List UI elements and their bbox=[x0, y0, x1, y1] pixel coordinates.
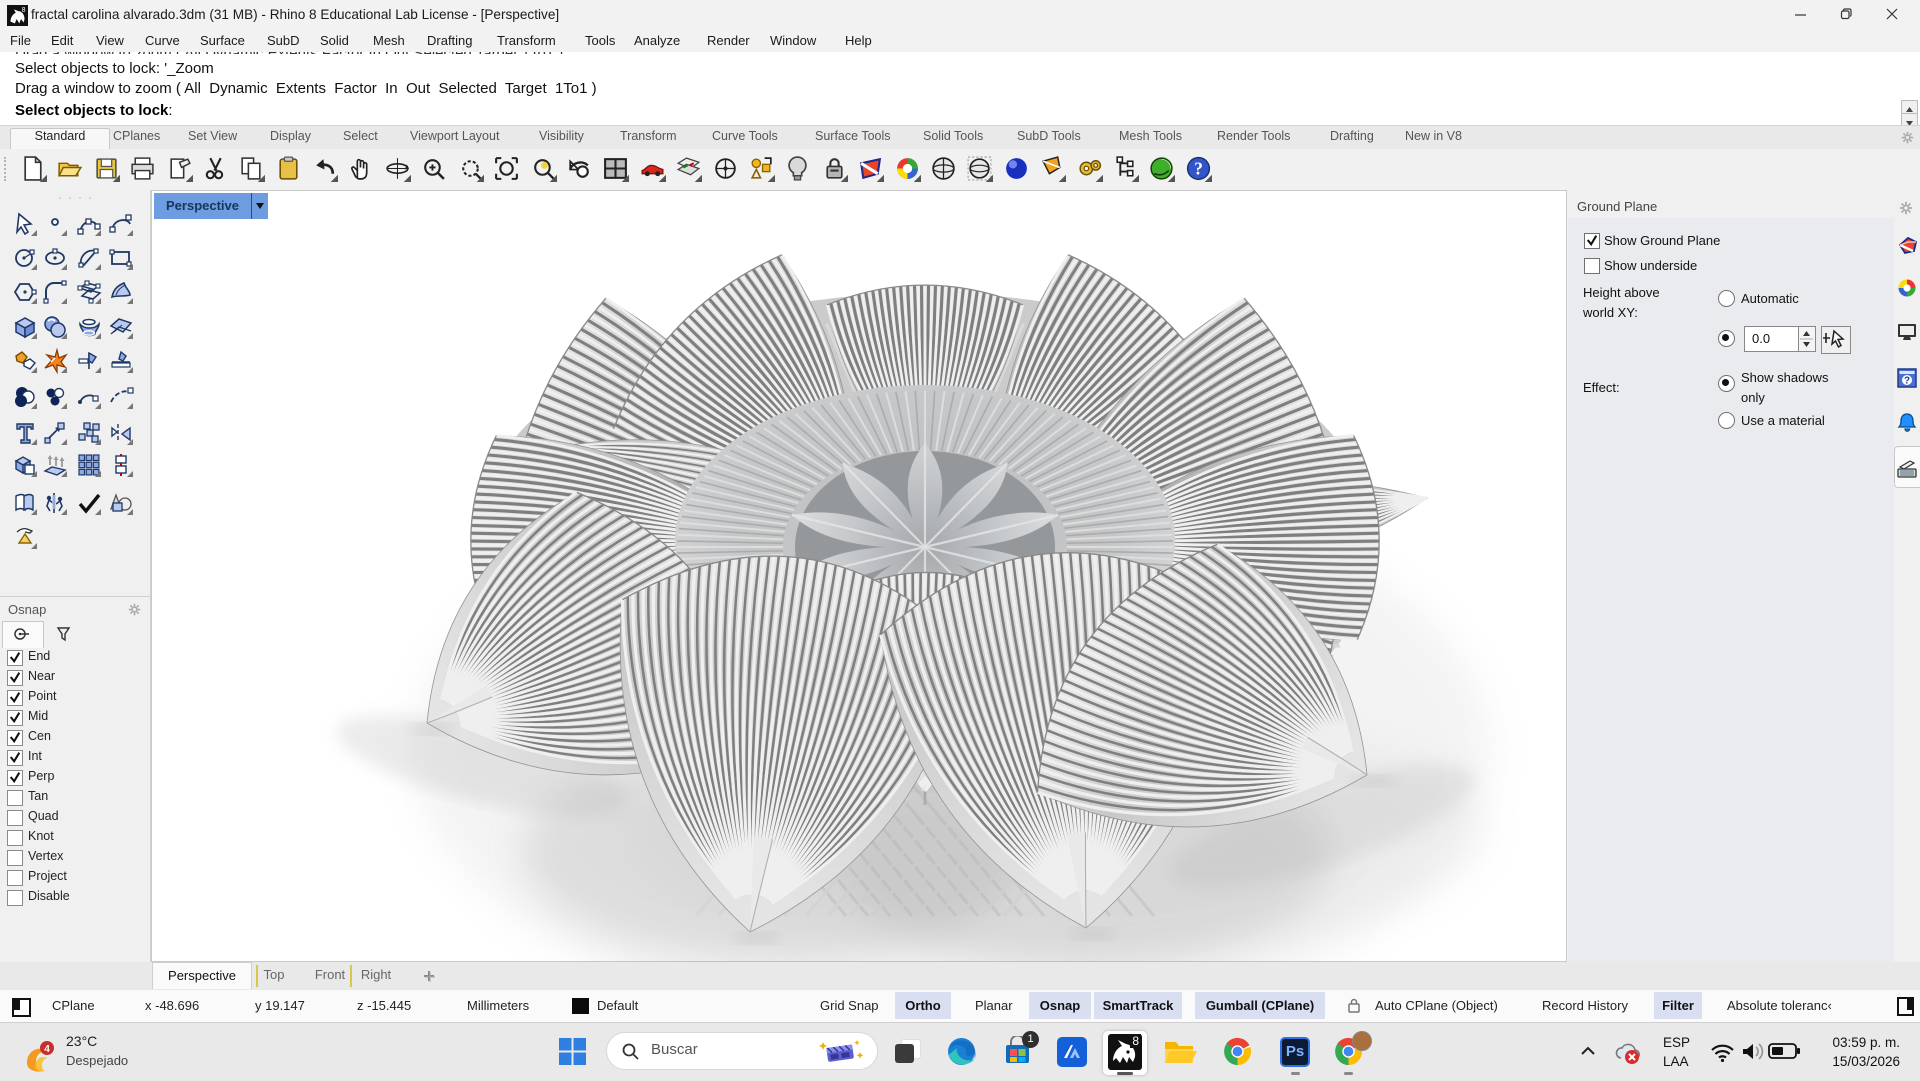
svg-text:8: 8 bbox=[22, 7, 26, 14]
svg-text:4: 4 bbox=[44, 1044, 50, 1055]
svg-text:?: ? bbox=[1194, 159, 1203, 179]
svg-text:?: ? bbox=[1904, 376, 1910, 387]
